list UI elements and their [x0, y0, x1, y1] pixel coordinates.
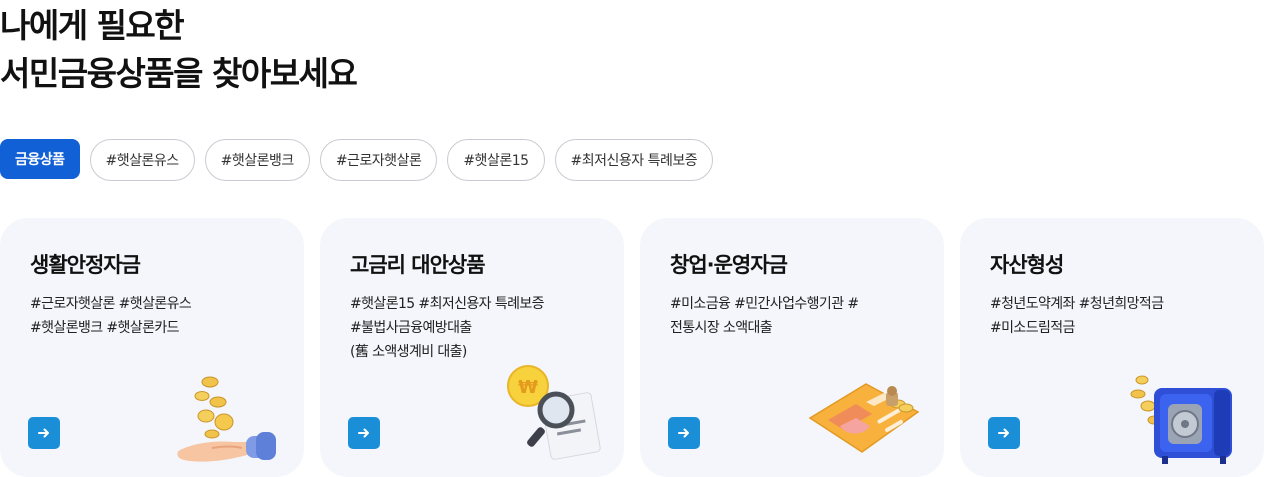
card-living-stability-fund[interactable]: 생활안정자금 #근로자햇살론 #햇살론유스 #햇살론뱅크 #햇살론카드: [0, 218, 304, 477]
headline-line-1: 나에게 필요한: [0, 6, 185, 45]
card-desc-line: (舊 소액생계비 대출): [350, 344, 467, 360]
won-magnifier-document-icon: ₩: [507, 365, 601, 460]
card-high-interest-alternative[interactable]: 고금리 대안상품 #햇살론15 #최저신용자 특례보증 #불법사금융예방대출 (…: [320, 218, 624, 477]
tag-filter-bar: 금융상품 #햇살론유스 #햇살론뱅크 #근로자햇살론 #햇살론15 #최저신용자…: [0, 139, 714, 181]
card-startup-operating-fund[interactable]: 창업·운영자금 #미소금융 #민간사업수행기관 # 전통시장 소액대출: [640, 218, 944, 477]
card-title: 고금리 대안상품: [350, 253, 486, 277]
tag-lowest-credit-guarantee[interactable]: #최저신용자 특례보증: [554, 139, 714, 181]
card-title: 자산형성: [990, 253, 1064, 277]
arrow-right-icon: [678, 428, 689, 438]
card-desc-line: #청년도약계좌 #청년희망적금: [990, 296, 1164, 312]
headline-line-2: 서민금융상품을 찾아보세요: [0, 54, 358, 93]
tag-worker-sunshine-loan[interactable]: #근로자햇살론: [319, 139, 438, 181]
card-desc-line: 전통시장 소액대출: [670, 320, 773, 336]
tag-sunshine-loan-bank[interactable]: #햇살론뱅크: [204, 139, 310, 181]
tag-financial-products[interactable]: 금융상품: [0, 139, 80, 179]
card-title: 생활안정자금: [30, 253, 141, 277]
safe-coins-icon: [1130, 375, 1232, 464]
card-arrow-button[interactable]: [988, 417, 1020, 449]
tag-sunshine-loan-youth[interactable]: #햇살론유스: [89, 139, 195, 181]
card-arrow-button[interactable]: [28, 417, 60, 449]
card-desc-line: #불법사금융예방대출: [350, 320, 472, 336]
card-description: #근로자햇살론 #햇살론유스 #햇살론뱅크 #햇살론카드: [30, 292, 292, 340]
card-arrow-button[interactable]: [668, 417, 700, 449]
card-title: 창업·운영자금: [670, 253, 788, 277]
arrow-right-icon: [358, 428, 369, 438]
card-desc-line: #햇살론15 #최저신용자 특례보증: [350, 296, 545, 312]
card-description: #햇살론15 #최저신용자 특례보증 #불법사금융예방대출 (舊 소액생계비 대…: [350, 292, 612, 364]
arrow-right-icon: [38, 428, 49, 438]
svg-text:₩: ₩: [518, 377, 538, 398]
card-desc-line: #근로자햇살론 #햇살론유스: [30, 296, 192, 312]
page-headline: 나에게 필요한 서민금융상품을 찾아보세요: [0, 2, 358, 98]
card-desc-line: #미소드림적금: [990, 320, 1075, 336]
card-desc-line: #미소금융 #민간사업수행기관 #: [670, 296, 859, 312]
card-description: #청년도약계좌 #청년희망적금 #미소드림적금: [990, 292, 1252, 340]
coins-hand-icon: [177, 376, 276, 462]
card-asset-formation[interactable]: 자산형성 #청년도약계좌 #청년희망적금 #미소드림적금: [960, 218, 1264, 477]
card-arrow-button[interactable]: [348, 417, 380, 449]
product-card-list: 생활안정자금 #근로자햇살론 #햇살론유스 #햇살론뱅크 #햇살론카드 고금리 …: [0, 218, 1264, 477]
tag-sunshine-loan-15[interactable]: #햇살론15: [447, 139, 545, 181]
card-desc-line: #햇살론뱅크 #햇살론카드: [30, 320, 180, 336]
card-description: #미소금융 #민간사업수행기관 # 전통시장 소액대출: [670, 292, 932, 340]
business-card-chart-icon: [808, 383, 920, 453]
arrow-right-icon: [998, 428, 1009, 438]
